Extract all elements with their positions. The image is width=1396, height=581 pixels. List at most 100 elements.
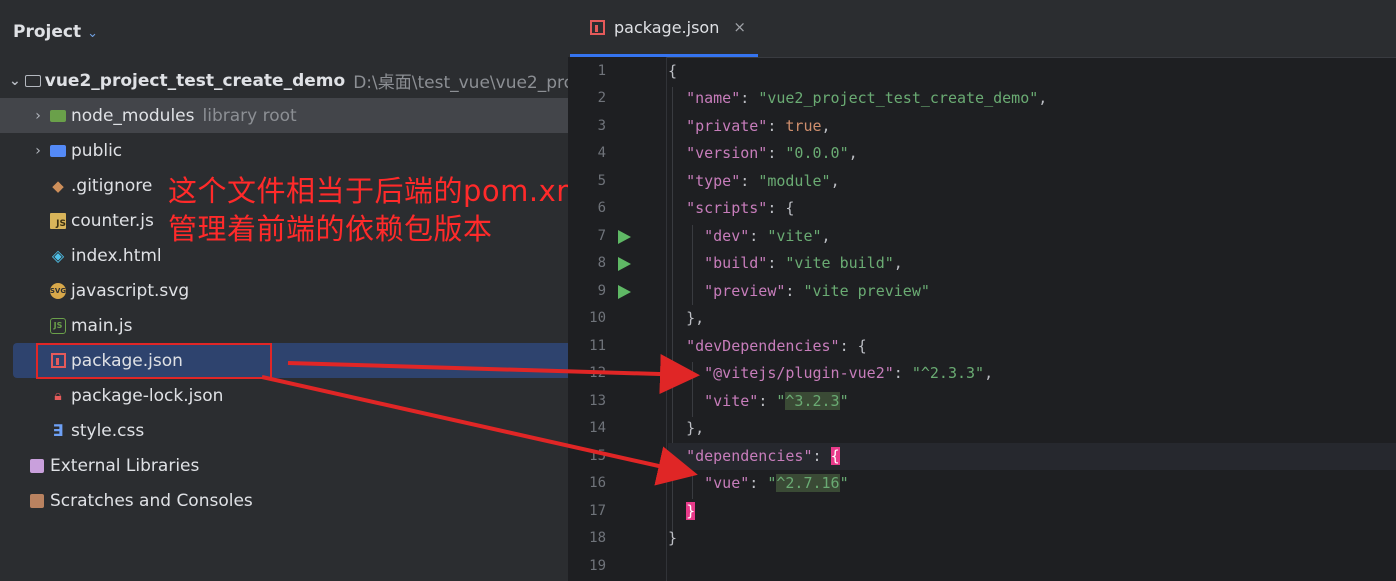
tree-root-folder[interactable]: ⌄ vue2_project_test_create_demo D:\桌面\te… (0, 63, 568, 98)
folder-web-icon (49, 142, 67, 160)
code-line-9: "preview": "vite preview" (704, 282, 930, 300)
folder-icon (24, 72, 41, 90)
code-line-13: "vite": "^3.2.3" (704, 392, 849, 410)
code-line-2: "name": "vue2_project_test_create_demo", (686, 89, 1048, 107)
tree-item-label: public (71, 140, 123, 161)
project-panel: Project ⌄ ⌄ vue2_project_test_create_demo… (0, 0, 568, 581)
json-string: "vite" (767, 227, 822, 245)
tree-item-javascript-svg[interactable]: SVG javascript.svg (0, 273, 568, 308)
code-line-7: "dev": "vite", (704, 227, 831, 245)
matched-brace: } (686, 502, 696, 520)
json-key: "build" (704, 254, 768, 272)
tree-item-label: package-lock.json (71, 385, 224, 406)
editor-panel: package.json × 1 2 3 4 5 6 7 8 9 10 11 1… (568, 0, 1396, 581)
tab-label: package.json (614, 17, 720, 37)
code-line-1: { (668, 58, 1396, 85)
editor-tab-bar: package.json × (568, 0, 1396, 58)
json-string: ^2.7.16 (776, 474, 840, 492)
line-number: 2 (597, 90, 606, 106)
tree-item-main-js[interactable]: JS main.js (0, 308, 568, 343)
code-token: { (668, 62, 678, 80)
run-script-icon[interactable] (618, 257, 631, 271)
line-number: 17 (589, 503, 606, 519)
line-number: 9 (597, 283, 606, 299)
json-key: "version" (686, 144, 768, 162)
json-key: "dependencies" (686, 447, 813, 465)
root-folder-name: vue2_project_test_create_demo (44, 70, 346, 91)
project-title: Project (13, 22, 82, 42)
lock-icon: 🔒︎ (54, 387, 62, 404)
tree-item-label: .gitignore (71, 175, 153, 196)
git-icon: ◆ (52, 176, 64, 195)
code-line-11: "devDependencies": { (686, 337, 867, 355)
line-number: 10 (589, 310, 606, 326)
tree-item-style-css[interactable]: ∃ style.css (0, 413, 568, 448)
library-root-hint: library root (202, 105, 297, 126)
tree-item-label: index.html (71, 245, 162, 266)
tree-item-node-modules[interactable]: › node_modules library root (0, 98, 568, 133)
line-number: 4 (597, 145, 606, 161)
close-icon[interactable]: × (733, 18, 746, 36)
line-number: 7 (597, 228, 606, 244)
html-file-icon: ◈ (51, 246, 65, 265)
chevron-down-icon[interactable]: ⌄ (9, 73, 21, 89)
matched-brace: { (830, 447, 840, 465)
json-string: "^2.3.3" (911, 364, 985, 382)
chevron-right-icon[interactable]: › (31, 108, 45, 124)
json-key: "private" (686, 117, 768, 135)
json-key: "type" (686, 172, 741, 190)
code-line-10: }, (668, 305, 1396, 332)
npm-icon (590, 19, 605, 35)
json-key: "dev" (704, 227, 750, 245)
chevron-down-icon[interactable]: ⌄ (87, 26, 98, 41)
code-line-5: "type": "module", (686, 172, 840, 190)
json-key: "@vitejs/plugin-vue2" (704, 364, 894, 382)
code-line-17: } (668, 498, 1396, 525)
json-string: "module" (758, 172, 831, 190)
json-key: "devDependencies" (686, 337, 840, 355)
tab-package-json[interactable]: package.json × (570, 0, 758, 57)
tree-item-label: External Libraries (50, 455, 200, 476)
line-number: 16 (589, 475, 606, 491)
line-number: 14 (589, 420, 606, 436)
json-string: ^3.2.3 (785, 392, 840, 410)
tree-item-label: Scratches and Consoles (50, 490, 253, 511)
code-line-18: } (668, 525, 1396, 552)
json-string: "vue2_project_test_create_demo" (758, 89, 1039, 107)
code-line-12: "@vitejs/plugin-vue2": "^2.3.3", (704, 364, 994, 382)
code-line-4: "version": "0.0.0", (686, 144, 858, 162)
nodejs-file-icon: JS (49, 317, 67, 335)
run-script-icon[interactable] (618, 285, 631, 299)
css-file-icon: ∃ (52, 421, 64, 440)
line-number: 8 (597, 255, 606, 271)
code-line-6: "scripts": { (686, 199, 795, 217)
scratches-icon (28, 492, 46, 510)
line-number: 11 (589, 338, 606, 354)
json-bool: true (785, 117, 822, 135)
json-key: "preview" (704, 282, 786, 300)
tree-item-public[interactable]: › public (0, 133, 568, 168)
line-number: 3 (597, 118, 606, 134)
line-number: 6 (597, 200, 606, 216)
code-area[interactable]: { "name": "vue2_project_test_create_demo… (668, 57, 1396, 581)
code-line-14: }, (668, 415, 1396, 442)
line-number: 12 (589, 365, 606, 381)
code-line-15: "dependencies": { (668, 443, 1396, 470)
json-key: "name" (686, 89, 741, 107)
json-key: "scripts" (686, 199, 768, 217)
line-number: 18 (589, 530, 606, 546)
tree-item-package-lock-json[interactable]: 🔒︎ package-lock.json (0, 378, 568, 413)
tree-item-external-libraries[interactable]: External Libraries (0, 448, 568, 483)
tree-item-label: counter.js (71, 210, 154, 231)
json-string: "vite preview" (803, 282, 930, 300)
svg-file-icon: SVG (49, 282, 67, 300)
json-key: "vue" (704, 474, 750, 492)
run-script-icon[interactable] (618, 230, 631, 244)
code-token: } (668, 529, 678, 547)
chevron-right-icon[interactable]: › (31, 143, 45, 159)
annotation-line-2: 管理着前端的依赖包版本 (168, 212, 493, 246)
project-panel-header[interactable]: Project ⌄ (13, 22, 98, 42)
tree-item-scratches[interactable]: Scratches and Consoles (0, 483, 568, 518)
line-number: 5 (597, 173, 606, 189)
line-number: 19 (589, 558, 606, 574)
